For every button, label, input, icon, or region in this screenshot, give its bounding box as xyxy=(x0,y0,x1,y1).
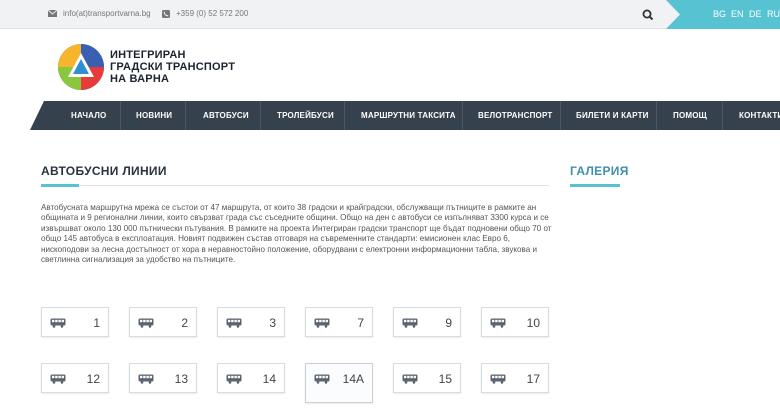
bus-icon xyxy=(138,374,154,384)
gallery-title: ГАЛЕРИЯ xyxy=(570,164,629,178)
route-number: 10 xyxy=(526,316,540,330)
route-tile[interactable]: 2 xyxy=(129,307,197,337)
brand-name[interactable]: ИНТЕГРИРАН ГРАДСКИ ТРАНСПОРТ НА ВАРНА xyxy=(110,49,235,85)
bus-icon xyxy=(490,318,506,328)
nav-separator xyxy=(462,101,463,130)
bus-icon xyxy=(50,374,66,384)
route-number: 14 xyxy=(262,372,276,386)
bus-icon xyxy=(226,374,242,384)
route-number: 3 xyxy=(269,316,276,330)
lang-bg-link[interactable]: BG xyxy=(713,9,726,19)
page-title: АВТОБУСНИ ЛИНИИ xyxy=(41,164,167,178)
bus-icon xyxy=(138,318,154,328)
route-number: 1 xyxy=(93,316,100,330)
language-switcher: BG EN DE RU xyxy=(666,0,780,29)
route-number: 13 xyxy=(174,372,188,386)
route-number: 12 xyxy=(86,372,100,386)
gallery-accent-bar xyxy=(570,184,620,187)
route-number: 17 xyxy=(526,372,540,386)
main-navigation: НАЧАЛО НОВИНИ АВТОБУСИ ТРОЛЕЙБУСИ МАРШРУ… xyxy=(30,101,780,130)
lang-de-link[interactable]: DE xyxy=(749,9,762,19)
nav-separator xyxy=(260,101,261,130)
nav-item-help[interactable]: ПОМОЩ xyxy=(673,111,707,120)
route-number: 2 xyxy=(181,316,188,330)
nav-separator xyxy=(120,101,121,130)
email-contact[interactable]: info(at)transportvarna.bg xyxy=(48,9,151,18)
route-tile[interactable]: 15 xyxy=(393,363,461,393)
bus-icon xyxy=(314,374,330,384)
nav-item-minibuses[interactable]: МАРШРУТНИ ТАКСИТА xyxy=(361,111,456,120)
bus-icon xyxy=(314,318,330,328)
nav-separator xyxy=(656,101,657,130)
phone-icon xyxy=(162,9,170,18)
nav-item-trolleybuses[interactable]: ТРОЛЕЙБУСИ xyxy=(277,111,334,120)
bus-icon xyxy=(490,374,506,384)
route-tile[interactable]: 14 xyxy=(217,363,285,393)
nav-item-news[interactable]: НОВИНИ xyxy=(136,111,172,120)
nav-item-buses[interactable]: АВТОБУСИ xyxy=(203,111,249,120)
bus-icon xyxy=(402,374,418,384)
bus-icon xyxy=(402,318,418,328)
nav-separator xyxy=(560,101,561,130)
nav-item-contacts[interactable]: КОНТАКТИ xyxy=(739,111,780,120)
route-number: 9 xyxy=(445,316,452,330)
nav-item-tickets[interactable]: БИЛЕТИ И КАРТИ xyxy=(576,111,649,120)
logo-icon[interactable] xyxy=(57,43,105,91)
route-tile[interactable]: 10 xyxy=(481,307,549,337)
brand-line-1: ИНТЕГРИРАН xyxy=(110,49,186,61)
route-number: 14А xyxy=(342,372,364,386)
nav-separator xyxy=(344,101,345,130)
brand-line-3: НА ВАРНА xyxy=(110,73,170,85)
route-tile[interactable]: 1 xyxy=(41,307,109,337)
route-number: 7 xyxy=(357,316,364,330)
route-tile[interactable]: 3 xyxy=(217,307,285,337)
email-text: info(at)transportvarna.bg xyxy=(63,9,151,18)
search-icon[interactable] xyxy=(641,8,655,22)
nav-separator xyxy=(722,101,723,130)
phone-text: +359 (0) 52 572 200 xyxy=(176,9,249,18)
nav-separator xyxy=(185,101,186,130)
nav-item-bicycles[interactable]: ВЕЛОТРАНСПОРТ xyxy=(478,111,553,120)
lang-ru-link[interactable]: RU xyxy=(767,9,780,19)
route-tile[interactable]: 13 xyxy=(129,363,197,393)
lang-en-link[interactable]: EN xyxy=(731,9,744,19)
top-bar: info(at)transportvarna.bg +359 (0) 52 57… xyxy=(0,0,780,29)
bus-icon xyxy=(50,318,66,328)
bus-lines-description: Автобусната маршрутна мрежа се състои от… xyxy=(41,203,552,265)
route-tile[interactable]: 12 xyxy=(41,363,109,393)
route-tile[interactable]: 9 xyxy=(393,307,461,337)
nav-item-home[interactable]: НАЧАЛО xyxy=(71,111,106,120)
route-tile[interactable]: 7 xyxy=(305,307,373,337)
route-tile-hovered[interactable]: 14А xyxy=(305,363,373,403)
envelope-icon xyxy=(48,10,57,17)
phone-contact[interactable]: +359 (0) 52 572 200 xyxy=(162,9,248,18)
bus-icon xyxy=(226,318,242,328)
brand-line-2: ГРАДСКИ ТРАНСПОРТ xyxy=(110,61,236,73)
route-tile[interactable]: 17 xyxy=(481,363,549,393)
title-divider xyxy=(41,185,549,186)
route-number: 15 xyxy=(438,372,452,386)
title-accent-bar xyxy=(41,184,79,187)
